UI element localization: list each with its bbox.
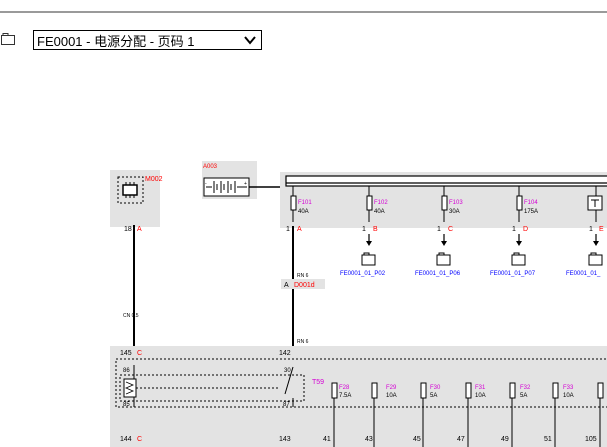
wiring-diagram: M002 18 A CN 0.5 A003 - + F101 40A 1 A F… [110, 161, 607, 447]
wire-m002-label: CN 0.5 [123, 313, 139, 319]
box-pin-number: 142 [279, 350, 291, 357]
fuse-id: F103 [449, 200, 463, 206]
fuse-rating: 5A [430, 393, 437, 399]
page-link-icon [588, 254, 603, 266]
fuse-id: F104 [524, 200, 538, 206]
module-chip-icon [122, 182, 138, 198]
fuse-rating: 30A [449, 209, 460, 215]
page-link-label[interactable]: FE0001_01_P02 [340, 271, 386, 277]
fuse-id: F102 [374, 200, 388, 206]
fuse-rating: 40A [374, 209, 385, 215]
page-link-p-partial[interactable]: FE0001_01_ [566, 234, 603, 277]
bottom-pin-number: 144 [120, 436, 132, 443]
page-link-label[interactable]: FE0001_01_P07 [490, 271, 536, 277]
wire-f101-label-2: RN 6 [297, 339, 309, 345]
fuse-rating: 7.5A [339, 393, 351, 399]
battery-a003[interactable]: A003 - + [202, 161, 257, 199]
fuse-icon [331, 382, 338, 399]
fuse-icon [465, 382, 472, 399]
fuse-pin: E [599, 226, 604, 233]
fuse-box-bottom [110, 346, 607, 447]
module-pin: A [137, 226, 142, 233]
fuse-icon [509, 382, 516, 399]
fuse-icon [552, 382, 559, 399]
fuse-icon [420, 382, 427, 399]
bottom-pin-number: 47 [457, 436, 465, 443]
fuse-id: F32 [520, 385, 531, 391]
fuse-pin-number: 1 [589, 226, 593, 233]
fuse-icon [290, 195, 297, 211]
bottom-pin-number: 143 [279, 436, 291, 443]
connector-id: D001d [294, 282, 315, 289]
page-link-label[interactable]: FE0001_01_ [566, 271, 601, 277]
relay-pin: 85 [123, 402, 130, 408]
relay-pin: 86 [123, 368, 130, 374]
module-m002[interactable]: M002 18 A [110, 170, 163, 233]
fuse-icon [597, 382, 604, 399]
wire-f101-label: RN 6 [297, 273, 309, 279]
battery-icon: - + [203, 177, 250, 197]
fuse-icon [441, 195, 448, 211]
fuse-pin-number: 1 [362, 226, 366, 233]
page-link-label[interactable]: FE0001_01_P06 [415, 271, 461, 277]
box-pin: C [137, 350, 142, 357]
box-pin-number: 145 [120, 350, 132, 357]
relay-pin: 30 [284, 368, 291, 374]
battery-id: A003 [203, 164, 218, 170]
svg-text:+: + [244, 181, 247, 187]
fuse-pin-number: 1 [286, 226, 290, 233]
fuse-pin-number: 1 [437, 226, 441, 233]
fuse-pin: C [448, 226, 453, 233]
fuse-id: F28 [339, 385, 350, 391]
bottom-pin-number: 43 [365, 436, 373, 443]
fuse-id: F33 [563, 385, 574, 391]
fuse-id: F101 [298, 200, 312, 206]
page-link-p06[interactable]: FE0001_01_P06 [415, 234, 461, 277]
busbar [285, 175, 607, 187]
fuse-icon [371, 382, 378, 399]
fuse-pin-number: 1 [512, 226, 516, 233]
page-link-icon [361, 254, 376, 266]
bottom-pin-number: 45 [413, 436, 421, 443]
fuse-rating: 5A [520, 393, 527, 399]
fuse-id: F31 [475, 385, 486, 391]
fuse-rating: 10A [386, 393, 397, 399]
bottom-pin-number: 51 [544, 436, 552, 443]
fuse-rating: 40A [298, 209, 309, 215]
relay-id: T59 [312, 379, 324, 386]
fuse-pin: D [523, 226, 528, 233]
page-link-p02[interactable]: FE0001_01_P02 [340, 234, 386, 277]
fuse-id: F29 [386, 385, 397, 391]
fuse-icon [366, 195, 373, 211]
fuse-icon [516, 195, 523, 211]
fuse-rating: 175A [524, 209, 538, 215]
connector-pin: A [284, 282, 289, 289]
page-link-p07[interactable]: FE0001_01_P07 [490, 234, 536, 277]
fuse-rating: 10A [563, 393, 574, 399]
module-pin-number: 18 [124, 226, 132, 233]
fuse-pin: A [297, 226, 302, 233]
fuse-id: F30 [430, 385, 441, 391]
fuse-rating: 10A [475, 393, 486, 399]
relay-pin: 87 [283, 402, 290, 408]
bottom-pin: C [137, 436, 142, 443]
page-link-icon [436, 254, 451, 266]
bottom-pin-number: 41 [323, 436, 331, 443]
page-link-icon [511, 254, 526, 266]
bottom-pin-number: 105 [585, 436, 597, 443]
bottom-pin-number: 49 [501, 436, 509, 443]
fuse-pin: B [373, 226, 378, 233]
module-id: M002 [145, 176, 163, 183]
